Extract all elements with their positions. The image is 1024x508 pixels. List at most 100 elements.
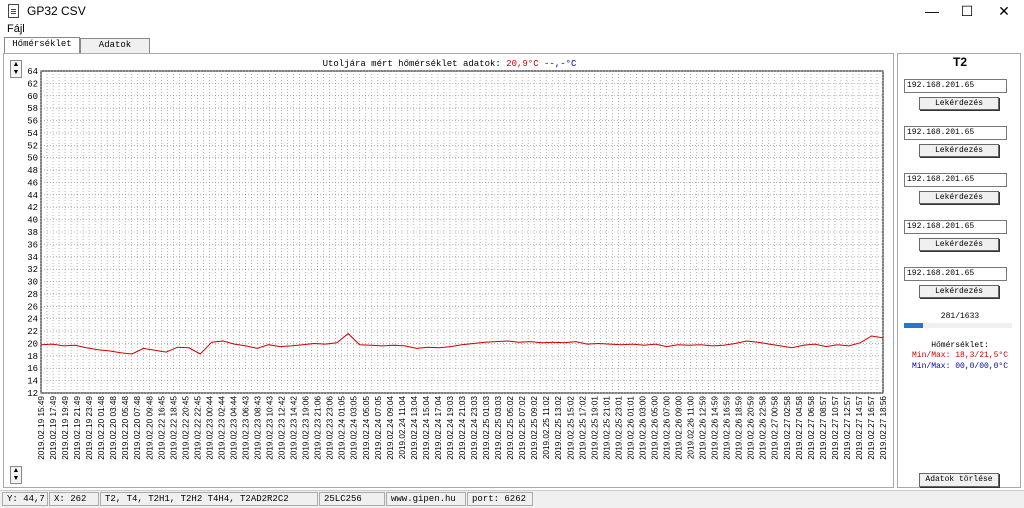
tab-bar: Hőmérséklet Adatok (0, 37, 1024, 53)
query-button-2[interactable]: Lekérdezés (919, 144, 999, 157)
menu-file[interactable]: Fájl (7, 23, 25, 35)
x-tick-label: 2019.02.24 19:03 (446, 396, 455, 460)
x-tick-label: 2019.02.27 00:58 (771, 396, 780, 460)
menu-bar: Fájl (0, 22, 1024, 37)
y-tick-label: 60 (27, 92, 38, 102)
sensor-title: T2 (952, 55, 967, 69)
x-tick-label: 2019.02.26 12:59 (699, 396, 708, 460)
x-tick-label: 2019.02.27 08:57 (819, 396, 828, 460)
ip-input-4[interactable]: 192.168.201.65 (904, 220, 1007, 234)
maximize-button[interactable]: ☐ (947, 0, 987, 22)
x-tick-label: 2019.02.26 01:01 (626, 396, 635, 460)
y-tick-label: 14 (27, 377, 38, 387)
minmax-blue: Min/Max: 00,0/00,0°C (911, 362, 1008, 371)
zoom-spin-top[interactable]: ▲ ▼ (10, 60, 22, 78)
x-tick-label: 2019.02.25 09:02 (530, 396, 539, 460)
x-tick-label: 2019.02.24 05:05 (362, 396, 371, 460)
x-tick-label: 2019.02.27 02:58 (783, 396, 792, 460)
query-button-5[interactable]: Lekérdezés (919, 285, 999, 298)
x-tick-label: 2019.02.24 11:04 (398, 396, 407, 460)
document-icon (8, 4, 19, 18)
x-tick-label: 2019.02.24 01:05 (338, 396, 347, 460)
close-button[interactable]: ✕ (984, 0, 1024, 22)
minimize-button[interactable]: — (912, 0, 952, 22)
y-tick-label: 38 (27, 228, 38, 238)
y-tick-label: 58 (27, 104, 38, 114)
x-tick-label: 2019.02.24 13:04 (410, 396, 419, 460)
x-tick-label: 2019.02.27 04:58 (795, 396, 804, 460)
y-tick-label: 50 (27, 154, 38, 164)
y-tick-label: 36 (27, 240, 38, 250)
tab-temperature[interactable]: Hőmérséklet (4, 37, 80, 53)
status-bar: Y: 44,7 X: 262 T2, T4, T2H1, T2H2 T4H4, … (0, 490, 1024, 508)
x-tick-label: 2019.02.26 14:59 (711, 396, 720, 460)
x-tick-label: 2019.02.26 11:00 (687, 396, 696, 460)
x-tick-label: 2019.02.25 07:02 (518, 396, 527, 460)
query-button-4[interactable]: Lekérdezés (919, 238, 999, 251)
x-tick-label: 2019.02.19 15:49 (37, 396, 46, 460)
y-tick-label: 20 (27, 339, 38, 349)
x-tick-label: 2019.02.25 13:02 (554, 396, 563, 460)
record-counter: 281/1633 (940, 312, 980, 321)
x-tick-label: 2019.02.19 17:49 (49, 396, 58, 460)
x-tick-label: 2019.02.23 00:44 (205, 396, 214, 460)
ip-input-5[interactable]: 192.168.201.65 (904, 267, 1007, 281)
y-tick-label: 30 (27, 278, 38, 288)
x-tick-label: 2019.02.23 04:44 (229, 396, 238, 460)
y-tick-label: 18 (27, 352, 38, 362)
x-tick-label: 2019.02.23 10:43 (266, 396, 275, 460)
x-tick-label: 2019.02.25 11:02 (542, 396, 551, 460)
x-tick-label: 2019.02.26 18:59 (735, 396, 744, 460)
y-tick-label: 16 (27, 364, 38, 374)
window-title: GP32 CSV (27, 4, 86, 18)
x-tick-label: 2019.02.24 17:04 (434, 396, 443, 460)
x-tick-label: 2019.02.26 20:59 (747, 396, 756, 460)
y-tick-label: 28 (27, 290, 38, 300)
x-tick-label: 2019.02.22 20:45 (181, 396, 190, 460)
clear-data-button[interactable]: Adatok törlése (919, 473, 999, 487)
x-tick-label: 2019.02.25 03:03 (494, 396, 503, 460)
y-tick-label: 64 (27, 67, 38, 77)
x-tick-label: 2019.02.27 10:57 (831, 396, 840, 460)
x-tick-label: 2019.02.20 01:48 (97, 396, 106, 460)
x-tick-label: 2019.02.27 16:57 (867, 396, 876, 460)
x-tick-label: 2019.02.25 23:01 (614, 396, 623, 460)
query-button-3[interactable]: Lekérdezés (919, 191, 999, 204)
x-tick-label: 2019.02.20 09:48 (145, 396, 154, 460)
y-tick-label: 62 (27, 79, 38, 89)
x-tick-label: 2019.02.26 05:00 (650, 396, 659, 460)
x-tick-label: 2019.02.23 21:06 (314, 396, 323, 460)
x-tick-label: 2019.02.25 17:02 (578, 396, 587, 460)
ip-input-3[interactable]: 192.168.201.65 (904, 173, 1007, 187)
ip-input-1[interactable]: 192.168.201.65 (904, 79, 1007, 93)
chart-panel: Utoljára mért hőmérséklet adatok: 20,9°C… (3, 53, 894, 488)
x-tick-label: 2019.02.26 22:58 (759, 396, 768, 460)
status-x: X: 262 (49, 492, 99, 506)
x-tick-label: 2019.02.20 07:48 (133, 396, 142, 460)
x-tick-label: 2019.02.24 03:05 (350, 396, 359, 460)
y-tick-label: 34 (27, 253, 38, 263)
x-tick-label: 2019.02.24 07:05 (374, 396, 383, 460)
x-tick-label: 2019.02.27 12:57 (843, 396, 852, 460)
x-tick-label: 2019.02.24 09:04 (386, 396, 395, 460)
side-panel: T2 192.168.201.65 Lekérdezés 192.168.201… (897, 53, 1021, 488)
y-tick-label: 44 (27, 191, 38, 201)
tab-data[interactable]: Adatok (80, 38, 150, 53)
x-tick-label: 2019.02.24 21:03 (458, 396, 467, 460)
x-tick-label: 2019.02.20 05:48 (121, 396, 130, 460)
y-tick-label: 42 (27, 203, 38, 213)
x-tick-label: 2019.02.25 15:02 (566, 396, 575, 460)
ip-input-2[interactable]: 192.168.201.65 (904, 126, 1007, 140)
x-tick-label: 2019.02.23 23:06 (326, 396, 335, 460)
x-tick-label: 2019.02.19 19:49 (61, 396, 70, 460)
x-tick-label: 2019.02.23 08:43 (254, 396, 263, 460)
x-tick-label: 2019.02.22 16:45 (157, 396, 166, 460)
x-tick-label: 2019.02.19 23:49 (85, 396, 94, 460)
y-tick-label: 24 (27, 315, 38, 325)
status-site: www.gipen.hu (386, 492, 466, 506)
query-button-1[interactable]: Lekérdezés (919, 97, 999, 110)
x-tick-label: 2019.02.26 03:00 (638, 396, 647, 460)
x-tick-label: 2019.02.26 07:00 (662, 396, 671, 460)
zoom-spin-bottom[interactable]: ▲ ▼ (10, 466, 22, 484)
x-tick-label: 2019.02.27 14:57 (855, 396, 864, 460)
